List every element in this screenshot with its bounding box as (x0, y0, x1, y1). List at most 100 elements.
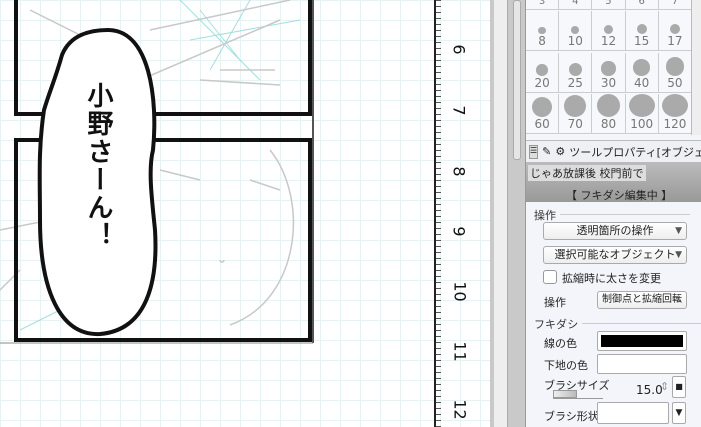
tool-property-header: ☰ ✎ ⚙ ツールプロパティ[オブジェク (526, 140, 701, 162)
brush-palette-scrollbar[interactable] (691, 0, 701, 135)
brush-size-item[interactable]: 5 (592, 0, 626, 10)
brush-size-value: 8 (538, 34, 546, 49)
line-color-label: 線の色 (544, 337, 577, 350)
panel-title: ツールプロパティ[オブジェク (569, 145, 701, 159)
brush-size-item[interactable]: 15 (625, 11, 659, 52)
brush-size-value: 10 (567, 34, 583, 49)
brush-tip-icon (564, 95, 587, 117)
brush-size-value: 17 (667, 34, 683, 49)
brush-size-item[interactable]: 80 (592, 93, 626, 134)
panel-divider[interactable] (490, 0, 525, 427)
brush-tip-icon (538, 26, 546, 35)
brush-size-value: 30 (600, 75, 617, 90)
preview-status: 【 フキダシ編集中 】 (566, 189, 673, 202)
brush-size-item[interactable]: 3 (526, 0, 560, 10)
brush-tip-icon (596, 93, 621, 117)
brush-size-value: 100 (630, 116, 654, 131)
brush-size-value: 25 (567, 75, 583, 90)
pen-icon: ✎ (542, 145, 552, 158)
drawing-canvas[interactable]: 小野さーん！ 6 7 8 9 10 11 12 (0, 0, 490, 427)
balloon-text[interactable]: 小野さーん！ (78, 82, 118, 250)
brush-size-value: 15 (634, 34, 650, 49)
brush-size-item[interactable]: 40 (625, 52, 659, 93)
line-color-swatch[interactable] (597, 331, 687, 351)
scale-thickness-label: 拡縮時に太さを変更 (562, 272, 661, 285)
brush-size-item[interactable]: 10 (559, 11, 593, 52)
brush-size-item[interactable]: 120 (658, 93, 692, 134)
brush-tip-icon (601, 61, 616, 76)
brush-size-slider[interactable] (553, 390, 577, 398)
scroll-handle[interactable] (513, 0, 521, 160)
section-operation: 操作 (534, 209, 690, 222)
brush-size-item[interactable]: 70 (559, 93, 593, 134)
ruler-number: 12 (450, 399, 470, 420)
brush-size-value: 40 (634, 75, 650, 90)
brush-tip-icon (633, 59, 650, 76)
brush-size-item[interactable]: 20 (526, 52, 560, 93)
ruler-number: 9 (449, 226, 469, 237)
selectable-objects-dropdown[interactable]: 選択可能なオブジェクト ▼ (543, 246, 687, 264)
palette-scrollbar[interactable] (494, 0, 508, 427)
manga-page (0, 0, 314, 344)
brush-size-item[interactable]: 8 (526, 11, 560, 52)
dropdown-label: 透明箇所の操作 (576, 224, 654, 237)
brush-size-value: 60 (534, 116, 550, 131)
brush-tip-icon (603, 25, 613, 35)
section-balloon: フキダシ (534, 318, 701, 331)
brush-size-value: 12 (600, 34, 617, 49)
brush-tip-icon (536, 63, 548, 76)
brush-size-item[interactable]: 7 (658, 0, 692, 10)
brush-size-item[interactable]: 100 (625, 93, 659, 134)
brush-tip-icon (532, 96, 553, 117)
brush-size-item[interactable]: 4 (559, 0, 593, 10)
dropdown-label: 選択可能なオブジェクト (554, 248, 676, 261)
ruler-number: 7 (449, 105, 469, 116)
object-preview: じゃあ放課後 校門前で 【 フキダシ編集中 】 (526, 162, 701, 202)
chevron-down-icon[interactable]: ▼ (672, 402, 686, 424)
ruler-number: 8 (449, 166, 469, 177)
brush-size-item[interactable]: 12 (592, 11, 626, 52)
transparent-op-dropdown[interactable]: 透明箇所の操作 ▼ (543, 222, 687, 240)
chevron-down-icon: ▼ (675, 250, 682, 260)
fill-color-swatch[interactable] (597, 354, 687, 374)
brush-size-item[interactable]: 50 (658, 52, 692, 93)
select-value: 制御点と拡縮回転 (602, 294, 682, 305)
brush-size-palette: 3 4 5 6 7 8 10 12 15 17 20 25 30 40 50 60 70 80 100 12… (526, 0, 692, 135)
brush-size-value: 20 (534, 75, 550, 90)
brush-tip-icon (661, 93, 688, 117)
brush-size-item[interactable]: 6 (625, 0, 659, 10)
ruler-number: 11 (450, 341, 470, 362)
brush-size-item[interactable]: 25 (559, 52, 593, 93)
brush-size-value: 120 (663, 116, 687, 131)
menu-icon[interactable]: ☰ (529, 144, 539, 159)
brush-size-value: 50 (667, 75, 683, 90)
brush-size-button[interactable]: ■ (672, 376, 686, 398)
scale-thickness-checkbox[interactable] (543, 270, 557, 284)
ruler[interactable]: 6 7 8 9 10 11 12 (434, 0, 490, 427)
ruler-number: 10 (450, 281, 470, 302)
tool-property-panel: 3 4 5 6 7 8 10 12 15 17 20 25 30 40 50 60 70 80 100 12… (525, 0, 701, 427)
chevron-down-icon: ▼ (675, 226, 682, 236)
brush-shape-label: ブラシ形状 (544, 410, 599, 423)
brush-tip-icon (628, 93, 655, 117)
preview-text: じゃあ放課後 校門前で (528, 165, 646, 181)
brush-shape-select[interactable] (597, 402, 669, 424)
brush-tip-icon (669, 23, 681, 35)
brush-size-item[interactable]: 30 (592, 52, 626, 93)
brush-size-value: 80 (600, 116, 617, 131)
operation-label: 操作 (544, 296, 566, 309)
brush-tip-icon (568, 62, 582, 76)
brush-size-value[interactable]: 15.0 (636, 383, 663, 397)
gear-icon[interactable]: ⚙ (555, 145, 565, 158)
brush-size-value: 70 (567, 116, 583, 131)
fill-color-label: 下地の色 (544, 359, 588, 372)
slider-track (553, 398, 603, 399)
brush-tip-icon (571, 26, 580, 35)
brush-size-item[interactable]: 60 (526, 93, 560, 134)
operation-select[interactable]: 制御点と拡縮回転 ⇕ (597, 291, 687, 309)
updown-icon: ⇕ (674, 295, 682, 305)
brush-size-item[interactable]: 17 (658, 11, 692, 52)
spinner-icon[interactable]: ⇕ (660, 380, 669, 393)
ruler-number: 6 (449, 44, 469, 55)
brush-tip-icon (636, 24, 647, 35)
